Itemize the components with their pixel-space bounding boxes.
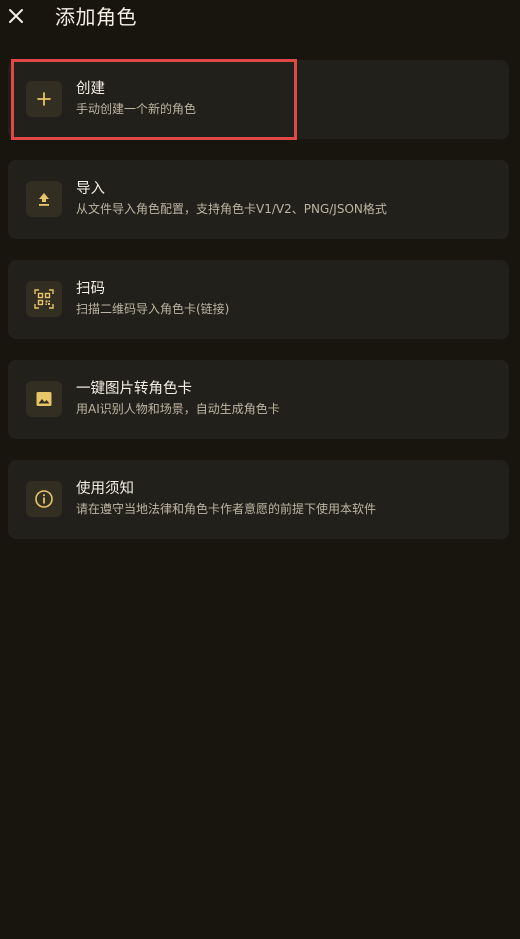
- scan-option[interactable]: 扫码 扫描二维码导入角色卡(链接): [8, 260, 509, 339]
- info-icon: [26, 481, 62, 517]
- close-button[interactable]: [4, 4, 28, 28]
- option-subtitle: 从文件导入角色配置，支持角色卡V1/V2、PNG/JSON格式: [76, 202, 387, 216]
- import-option[interactable]: 导入 从文件导入角色配置，支持角色卡V1/V2、PNG/JSON格式: [8, 160, 509, 239]
- option-subtitle: 请在遵守当地法律和角色卡作者意愿的前提下使用本软件: [76, 502, 377, 516]
- upload-icon: [26, 181, 62, 217]
- plus-icon: [26, 81, 62, 117]
- option-title: 一键图片转角色卡: [76, 381, 192, 397]
- create-option[interactable]: 创建 手动创建一个新的角色: [8, 60, 509, 139]
- close-icon: [9, 9, 23, 23]
- option-subtitle: 手动创建一个新的角色: [76, 102, 197, 116]
- qr-scan-icon: [26, 281, 62, 317]
- usage-notice-option[interactable]: 使用须知 请在遵守当地法律和角色卡作者意愿的前提下使用本软件: [8, 460, 509, 539]
- image-icon: [26, 381, 62, 417]
- option-title: 扫码: [76, 281, 105, 297]
- option-title: 使用须知: [76, 481, 134, 497]
- top-bar: 添加角色: [0, 0, 520, 36]
- add-character-screen: 添加角色 创建 手动创建一个新的角色 导入 从文件导入角色配置，支持角色卡V1/…: [0, 0, 520, 939]
- page-title: 添加角色: [55, 5, 137, 29]
- image-to-card-option[interactable]: 一键图片转角色卡 用AI识别人物和场景，自动生成角色卡: [8, 360, 509, 439]
- option-subtitle: 用AI识别人物和场景，自动生成角色卡: [76, 402, 280, 416]
- option-subtitle: 扫描二维码导入角色卡(链接): [76, 302, 230, 316]
- option-title: 创建: [76, 81, 105, 97]
- option-title: 导入: [76, 181, 105, 197]
